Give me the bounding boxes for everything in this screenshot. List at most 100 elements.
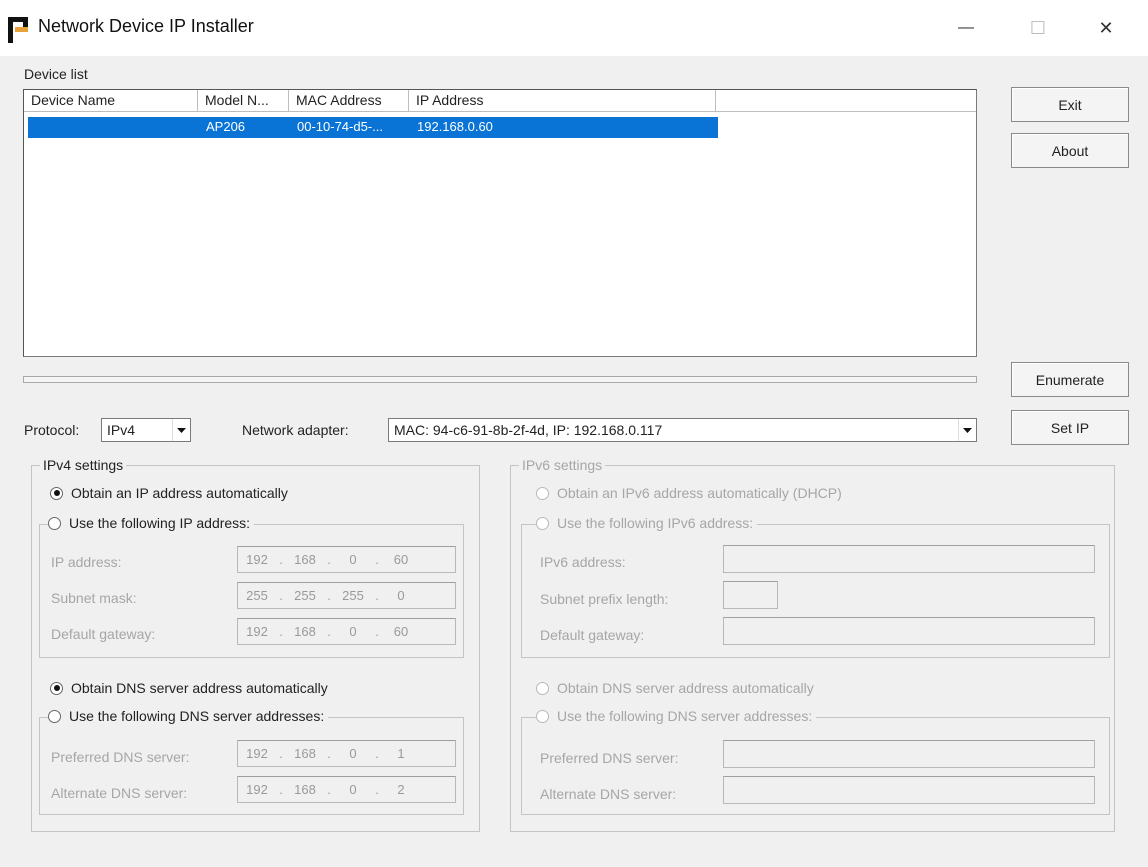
ipv6-address-label: IPv6 address:: [540, 554, 626, 570]
window-title: Network Device IP Installer: [38, 16, 254, 36]
gateway-octet-4: 60: [393, 624, 409, 639]
ipv4-obtain-dns-auto-radio[interactable]: Obtain DNS server address automatically: [50, 680, 332, 696]
ip-octet-4: 60: [393, 552, 409, 567]
alternate-dns-label: Alternate DNS server:: [51, 785, 188, 801]
ip-address-label: IP address:: [51, 554, 122, 570]
ipv6-default-gateway-field[interactable]: [723, 617, 1095, 645]
ipv4-group-title: IPv4 settings: [40, 457, 127, 473]
device-list-label: Device list: [24, 66, 88, 82]
set-ip-button[interactable]: Set IP: [1011, 410, 1129, 445]
ipv6-obtain-dns-auto-radio[interactable]: Obtain DNS server address automatically: [536, 680, 818, 696]
ip-octet-2: 168: [294, 552, 316, 567]
adns-octet-3: 0: [349, 782, 357, 797]
ipv4-obtain-ip-auto-label: Obtain an IP address automatically: [71, 485, 288, 501]
ipv6-preferred-dns-label: Preferred DNS server:: [540, 750, 679, 766]
ipv6-address-field[interactable]: [723, 545, 1095, 573]
ipv6-use-following-dns-label: Use the following DNS server addresses:: [557, 708, 813, 724]
pdns-octet-2: 168: [294, 746, 316, 761]
preferred-dns-field[interactable]: 192. 168. 0. 1: [237, 740, 456, 767]
default-gateway-label: Default gateway:: [51, 626, 156, 642]
ipv6-static-dns-group: Use the following DNS server addresses: …: [521, 708, 1110, 815]
subnet-prefix-length-field[interactable]: [723, 581, 778, 609]
about-button[interactable]: About: [1011, 133, 1129, 168]
column-mac-address[interactable]: MAC Address: [289, 90, 409, 112]
maximize-button[interactable]: ☐: [1008, 8, 1068, 48]
alternate-dns-field[interactable]: 192. 168. 0. 2: [237, 776, 456, 803]
protocol-select[interactable]: IPv4: [101, 418, 191, 442]
radio-checked-icon: [50, 681, 63, 695]
adns-octet-2: 168: [294, 782, 316, 797]
mask-octet-2: 255: [294, 588, 316, 603]
device-list-header: Device Name Model N... MAC Address IP Ad…: [24, 90, 976, 112]
default-gateway-field[interactable]: 192. 168. 0. 60: [237, 618, 456, 645]
ipv6-default-gateway-label: Default gateway:: [540, 627, 645, 643]
protocol-value: IPv4: [107, 422, 136, 438]
subnet-mask-label: Subnet mask:: [51, 590, 137, 606]
pdns-octet-3: 0: [349, 746, 357, 761]
close-icon: ✕: [1098, 17, 1114, 38]
enumerate-button[interactable]: Enumerate: [1011, 362, 1129, 397]
column-ip-address[interactable]: IP Address: [409, 90, 716, 112]
ipv6-settings-group: IPv6 settings Obtain an IPv6 address aut…: [510, 457, 1115, 832]
ipv6-preferred-dns-field[interactable]: [723, 740, 1095, 768]
radio-checked-icon: [50, 486, 63, 500]
ipv4-use-following-ip-label: Use the following IP address:: [69, 515, 251, 531]
cell-model: AP206: [206, 119, 246, 134]
ipv6-use-following-ip-label: Use the following IPv6 address:: [557, 515, 754, 531]
close-button[interactable]: ✕: [1076, 8, 1136, 48]
pdns-octet-1: 192: [246, 746, 268, 761]
ipv6-group-title: IPv6 settings: [519, 457, 606, 473]
ipv4-obtain-dns-auto-label: Obtain DNS server address automatically: [71, 680, 328, 696]
ipv6-use-following-ip-radio[interactable]: Use the following IPv6 address:: [536, 515, 758, 531]
mask-octet-4: 0: [397, 588, 405, 603]
ipv4-use-following-ip-radio[interactable]: Use the following IP address:: [48, 515, 255, 531]
title-bar: Network Device IP Installer — ☐ ✕: [0, 0, 1148, 56]
gateway-octet-1: 192: [246, 624, 268, 639]
ip-address-field[interactable]: 192. 168. 0. 60: [237, 546, 456, 573]
maximize-icon: ☐: [1029, 17, 1047, 38]
network-adapter-value: MAC: 94-c6-91-8b-2f-4d, IP: 192.168.0.11…: [394, 422, 663, 438]
radio-unchecked-icon: [536, 681, 549, 695]
ipv4-settings-group: IPv4 settings Obtain an IP address autom…: [31, 457, 480, 832]
subnet-mask-field[interactable]: 255. 255. 255. 0: [237, 582, 456, 609]
progress-bar: [23, 376, 977, 383]
radio-unchecked-icon: [48, 709, 61, 723]
chevron-down-icon: [172, 419, 190, 441]
network-adapter-select[interactable]: MAC: 94-c6-91-8b-2f-4d, IP: 192.168.0.11…: [388, 418, 977, 442]
gateway-octet-3: 0: [349, 624, 357, 639]
ipv4-obtain-ip-auto-radio[interactable]: Obtain an IP address automatically: [50, 485, 292, 501]
ip-octet-1: 192: [246, 552, 268, 567]
column-empty: [716, 90, 976, 112]
ipv6-alternate-dns-field[interactable]: [723, 776, 1095, 804]
radio-unchecked-icon: [536, 516, 549, 530]
ipv6-static-ip-group: Use the following IPv6 address: IPv6 add…: [521, 515, 1110, 658]
exit-button[interactable]: Exit: [1011, 87, 1129, 122]
minimize-button[interactable]: —: [936, 8, 996, 48]
table-row[interactable]: AP206 00-10-74-d5-... 192.168.0.60: [28, 117, 718, 138]
mask-octet-1: 255: [246, 588, 268, 603]
ipv6-obtain-ip-auto-radio[interactable]: Obtain an IPv6 address automatically (DH…: [536, 485, 846, 501]
ipv4-use-following-dns-radio[interactable]: Use the following DNS server addresses:: [48, 708, 329, 724]
pdns-octet-4: 1: [397, 746, 405, 761]
radio-unchecked-icon: [536, 709, 549, 723]
adns-octet-1: 192: [246, 782, 268, 797]
ipv4-static-dns-group: Use the following DNS server addresses: …: [39, 708, 464, 815]
app-logo-icon: [8, 17, 28, 43]
ipv6-obtain-dns-auto-label: Obtain DNS server address automatically: [557, 680, 814, 696]
column-model[interactable]: Model N...: [198, 90, 289, 112]
subnet-prefix-length-label: Subnet prefix length:: [540, 591, 669, 607]
radio-unchecked-icon: [48, 516, 61, 530]
preferred-dns-label: Preferred DNS server:: [51, 749, 190, 765]
column-device-name[interactable]: Device Name: [24, 90, 198, 112]
radio-unchecked-icon: [536, 486, 549, 500]
network-adapter-label: Network adapter:: [242, 422, 349, 438]
ipv6-obtain-ip-auto-label: Obtain an IPv6 address automatically (DH…: [557, 485, 842, 501]
cell-ip-address: 192.168.0.60: [417, 119, 493, 134]
protocol-label: Protocol:: [24, 422, 80, 438]
minimize-icon: —: [958, 19, 974, 36]
ipv4-use-following-dns-label: Use the following DNS server addresses:: [69, 708, 325, 724]
device-list[interactable]: Device Name Model N... MAC Address IP Ad…: [23, 89, 977, 357]
ipv6-use-following-dns-radio[interactable]: Use the following DNS server addresses:: [536, 708, 817, 724]
ipv4-static-ip-group: Use the following IP address: IP address…: [39, 515, 464, 658]
gateway-octet-2: 168: [294, 624, 316, 639]
